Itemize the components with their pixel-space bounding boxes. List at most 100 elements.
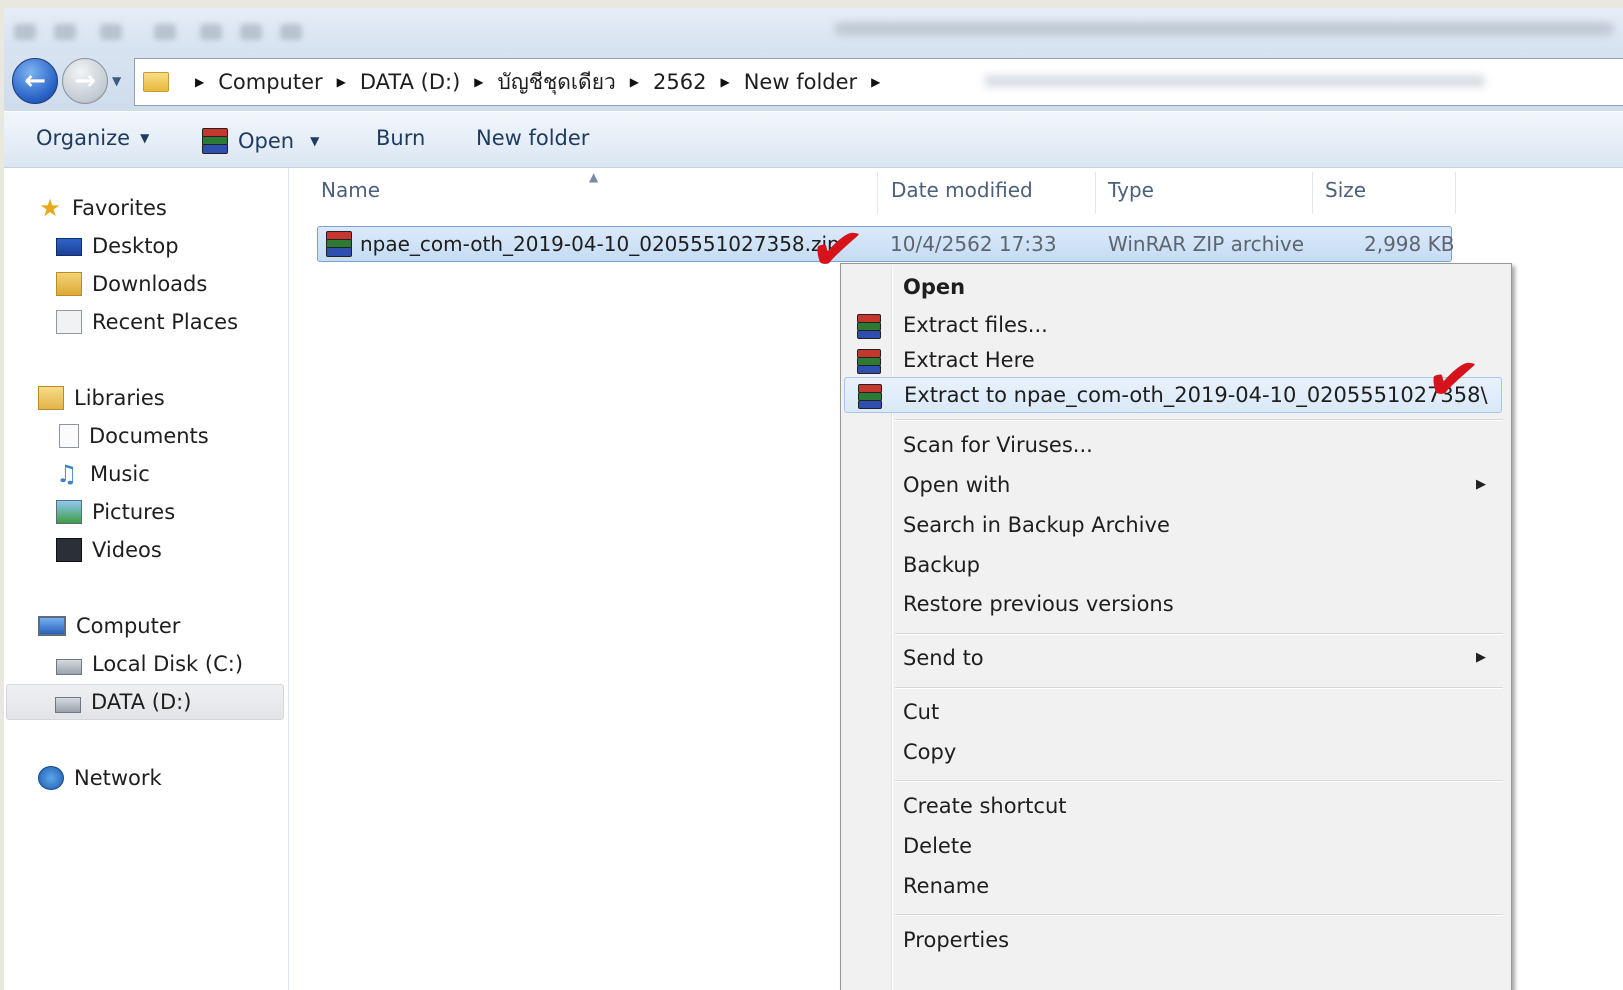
menu-item-extract-to[interactable]: Extract to npae_com-oth_2019-04-10_02055… xyxy=(844,377,1502,413)
menu-item-backup[interactable]: Backup xyxy=(844,548,1500,582)
menu-label: Extract to npae_com-oth_2019-04-10_02055… xyxy=(904,383,1488,407)
menu-item-search-backup[interactable]: Search in Backup Archive xyxy=(844,508,1500,542)
menu-label: Scan for Viruses... xyxy=(903,433,1093,457)
menu-item-scan-viruses[interactable]: Scan for Viruses... xyxy=(844,428,1500,462)
breadcrumb: ▶ Computer ▶ DATA (D:) ▶ บัญชีชุดเดียว ▶… xyxy=(181,66,894,99)
menu-item-cut[interactable]: Cut xyxy=(844,695,1500,729)
sidebar-label: Downloads xyxy=(92,272,208,296)
organize-button[interactable]: Organize ▼ xyxy=(36,126,149,150)
breadcrumb-separator-icon[interactable]: ▶ xyxy=(720,75,729,89)
breadcrumb-thai-folder[interactable]: บัญชีชุดเดียว xyxy=(498,66,616,99)
breadcrumb-computer[interactable]: Computer xyxy=(218,70,322,94)
sidebar-label: Favorites xyxy=(72,196,167,220)
sidebar-label: DATA (D:) xyxy=(91,690,192,714)
downloads-folder-icon xyxy=(56,272,82,296)
sidebar-item-recent-places[interactable]: Recent Places xyxy=(56,304,238,340)
breadcrumb-separator-icon[interactable]: ▶ xyxy=(871,75,880,89)
burn-label: Burn xyxy=(376,126,426,150)
file-size: 2,998 KB xyxy=(1364,232,1455,256)
sidebar-label: Network xyxy=(74,766,162,790)
open-button[interactable]: Open ▼ xyxy=(200,126,319,156)
menu-item-restore[interactable]: Restore previous versions xyxy=(844,587,1500,621)
sidebar-label: Libraries xyxy=(74,386,165,410)
new-folder-button[interactable]: New folder xyxy=(476,126,589,150)
menu-item-open-with[interactable]: Open with ▶ xyxy=(844,468,1500,502)
music-note-icon: ♫ xyxy=(56,460,78,488)
breadcrumb-separator-icon[interactable]: ▶ xyxy=(337,75,346,89)
sidebar-label: Pictures xyxy=(92,500,176,524)
folder-icon xyxy=(143,72,169,92)
breadcrumb-data-drive[interactable]: DATA (D:) xyxy=(360,70,460,94)
menu-label: Backup xyxy=(903,553,980,577)
sidebar-item-videos[interactable]: Videos xyxy=(56,532,162,568)
menu-item-send-to[interactable]: Send to ▶ xyxy=(844,641,1500,675)
winrar-icon xyxy=(857,382,883,409)
menu-label: Create shortcut xyxy=(903,794,1067,818)
menu-item-extract-files[interactable]: Extract files... xyxy=(844,308,1500,342)
column-header-size[interactable]: Size xyxy=(1325,178,1366,202)
pictures-icon xyxy=(56,500,82,524)
column-header-name[interactable]: Name xyxy=(321,178,380,202)
sidebar-label: Desktop xyxy=(92,234,179,258)
sidebar-item-local-disk[interactable]: Local Disk (C:) xyxy=(56,646,243,682)
sidebar-label: Documents xyxy=(89,424,209,448)
menu-separator xyxy=(895,419,1503,421)
sidebar-item-downloads[interactable]: Downloads xyxy=(56,266,207,302)
chevron-down-icon: ▼ xyxy=(140,131,150,145)
menu-item-copy[interactable]: Copy xyxy=(844,735,1500,769)
blurred-address-tail xyxy=(985,75,1485,87)
menu-item-extract-here[interactable]: Extract Here xyxy=(844,343,1500,377)
menu-item-open[interactable]: Open xyxy=(844,270,1500,304)
sidebar-item-desktop[interactable]: Desktop xyxy=(56,228,179,264)
red-checkmark-icon: ✔ xyxy=(1421,339,1485,421)
menu-label: Cut xyxy=(903,700,940,724)
column-header-date-modified[interactable]: Date modified xyxy=(891,178,1033,202)
menu-item-delete[interactable]: Delete xyxy=(844,829,1500,863)
chevron-down-icon: ▼ xyxy=(310,134,320,148)
computer-monitor-icon xyxy=(38,616,66,636)
submenu-arrow-icon: ▶ xyxy=(1476,650,1486,665)
breadcrumb-separator-icon[interactable]: ▶ xyxy=(195,75,204,89)
breadcrumb-separator-icon[interactable]: ▶ xyxy=(474,75,483,89)
menu-separator xyxy=(895,633,1503,635)
column-divider[interactable] xyxy=(1095,172,1096,214)
breadcrumb-new-folder[interactable]: New folder xyxy=(744,70,857,94)
star-icon: ★ xyxy=(39,194,61,222)
column-divider[interactable] xyxy=(1312,172,1313,214)
sidebar-item-data-drive[interactable]: DATA (D:) xyxy=(6,684,284,720)
menu-label: Rename xyxy=(903,874,990,898)
sidebar-item-pictures[interactable]: Pictures xyxy=(56,494,175,530)
menu-item-properties[interactable]: Properties xyxy=(844,923,1500,957)
sort-ascending-icon: ▲ xyxy=(589,170,599,184)
navigation-pane: ★ Favorites Desktop Downloads Recent Pla… xyxy=(4,168,289,990)
libraries-icon xyxy=(38,386,64,410)
breadcrumb-separator-icon[interactable]: ▶ xyxy=(630,75,639,89)
forward-arrow-icon[interactable]: → xyxy=(62,58,108,104)
burn-button[interactable]: Burn xyxy=(376,126,425,150)
submenu-arrow-icon: ▶ xyxy=(1476,477,1486,492)
sidebar-item-computer[interactable]: Computer xyxy=(38,608,180,644)
sidebar-label: Music xyxy=(90,462,150,486)
address-field[interactable]: ▶ Computer ▶ DATA (D:) ▶ บัญชีชุดเดียว ▶… xyxy=(134,58,1623,106)
network-globe-icon xyxy=(38,766,64,790)
sidebar-item-network[interactable]: Network xyxy=(38,760,162,796)
breadcrumb-2562[interactable]: 2562 xyxy=(653,70,706,94)
column-header-type[interactable]: Type xyxy=(1108,178,1154,202)
menu-label: Copy xyxy=(903,740,957,764)
sidebar-item-documents[interactable]: Documents xyxy=(56,418,209,454)
menu-separator xyxy=(895,914,1503,916)
open-label: Open xyxy=(238,129,295,153)
sidebar-item-favorites[interactable]: ★ Favorites xyxy=(38,190,167,226)
column-divider[interactable] xyxy=(1455,172,1456,214)
menu-item-create-shortcut[interactable]: Create shortcut xyxy=(844,789,1500,823)
column-divider[interactable] xyxy=(877,172,878,214)
back-arrow-icon[interactable]: ← xyxy=(12,58,58,104)
sidebar-label: Local Disk (C:) xyxy=(92,652,244,676)
sidebar-item-libraries[interactable]: Libraries xyxy=(38,380,165,416)
menu-item-rename[interactable]: Rename xyxy=(844,869,1500,903)
sidebar-item-music[interactable]: ♫ Music xyxy=(56,456,150,492)
recent-pages-chevron-icon[interactable]: ▼ xyxy=(112,74,121,88)
file-type: WinRAR ZIP archive xyxy=(1108,232,1305,256)
file-row-selected[interactable]: npae_com-oth_2019-04-10_0205551027358.zi… xyxy=(317,226,1455,262)
menu-label: Extract files... xyxy=(903,313,1048,337)
